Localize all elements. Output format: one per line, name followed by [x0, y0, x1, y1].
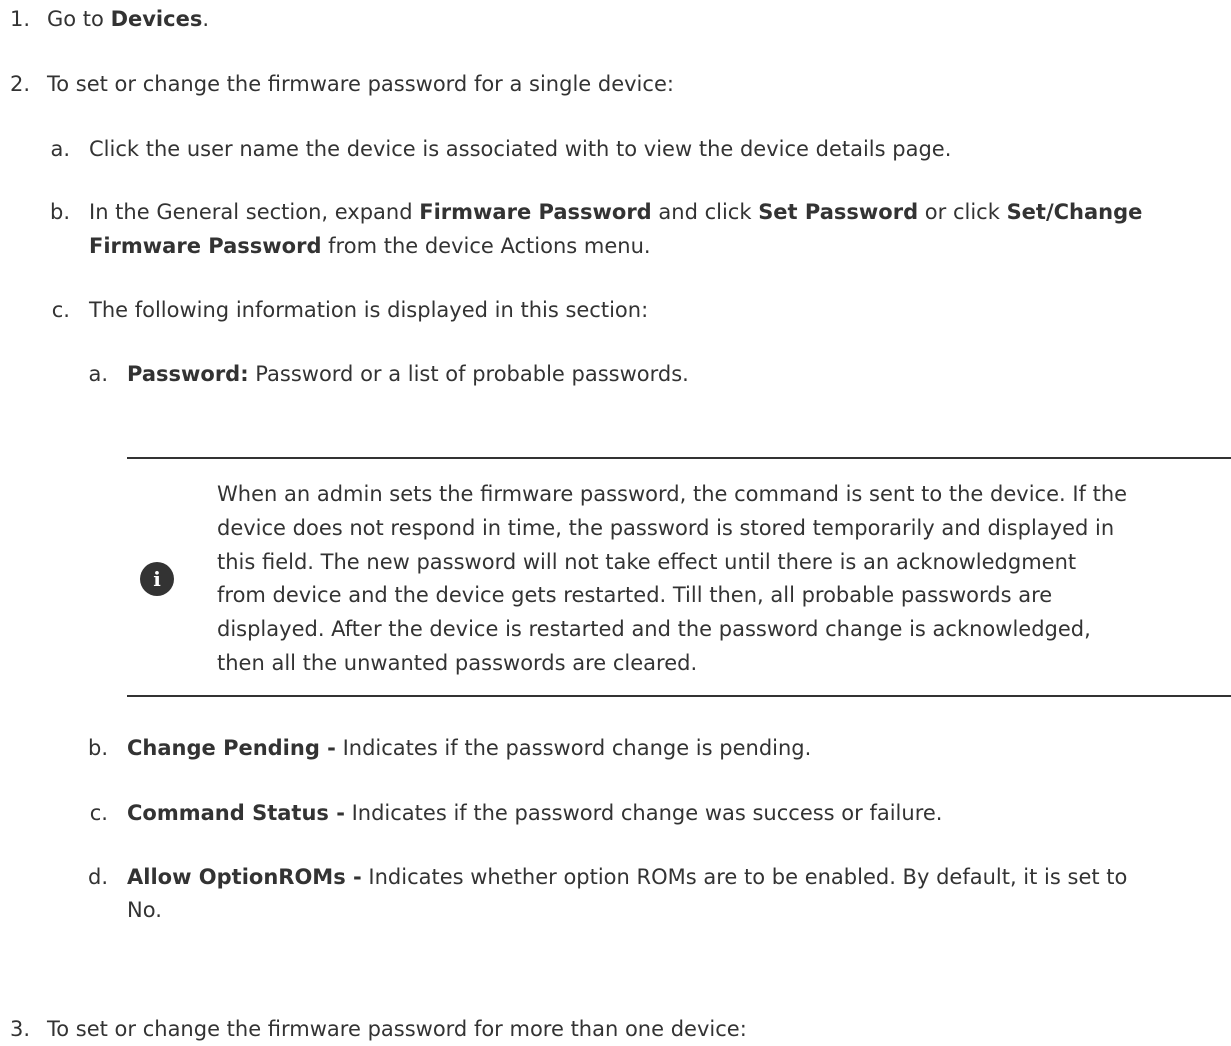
- firmware-password-label: Firmware Password: [419, 200, 652, 224]
- substep-b-line-2: Firmware Password from the device Action…: [89, 230, 651, 263]
- info-b-label: Change Pending -: [127, 736, 336, 760]
- substep-b-pre: In the General section, expand: [89, 200, 420, 224]
- substep-a-marker: a.: [50, 137, 70, 161]
- substep-b-line-1: In the General section, expand Firmware …: [89, 196, 1142, 229]
- set-change-label: Set/Change: [1006, 200, 1143, 224]
- info-d-desc: Indicates whether option ROMs are to be …: [361, 865, 1128, 889]
- info-a-text: Password: Password or a list of probable…: [127, 358, 689, 391]
- info-c-marker: c.: [89, 801, 108, 825]
- set-password-label: Set Password: [758, 200, 919, 224]
- info-a-desc: Password or a list of probable passwords…: [248, 362, 689, 386]
- info-c-desc: Indicates if the password change was suc…: [344, 801, 943, 825]
- substep-a-text: Click the user name the device is associ…: [89, 137, 952, 161]
- note-top-rule: [127, 457, 1231, 459]
- info-c-text: Command Status - Indicates if the passwo…: [127, 797, 942, 830]
- note-line-5: displayed. After the device is restarted…: [217, 617, 1091, 641]
- info-a-label: Password:: [127, 362, 249, 386]
- note-line-3: this field. The new password will not ta…: [217, 550, 1077, 574]
- step-1-pre: Go to: [47, 7, 111, 31]
- info-icon: i: [140, 562, 174, 596]
- step-1-marker: 1.: [9, 7, 30, 31]
- info-b-marker: b.: [87, 736, 108, 760]
- step-1-bold-devices: Devices: [110, 7, 203, 31]
- substep-b-post: from the device Actions menu.: [321, 234, 651, 258]
- substep-b-marker: b.: [49, 200, 70, 224]
- substep-b-mid2: or click: [918, 200, 1007, 224]
- step-2-text: To set or change the firmware password f…: [47, 72, 674, 96]
- info-b-desc: Indicates if the password change is pend…: [335, 736, 812, 760]
- step-1-text: Go to Devices.: [47, 3, 209, 36]
- step-3-text: To set or change the firmware password f…: [47, 1017, 747, 1041]
- info-d-label: Allow OptionROMs -: [127, 865, 362, 889]
- info-d-text: Allow OptionROMs - Indicates whether opt…: [127, 861, 1127, 894]
- note-line-1: When an admin sets the firmware password…: [217, 482, 1128, 506]
- info-b-text: Change Pending - Indicates if the passwo…: [127, 732, 811, 765]
- note-line-6: then all the unwanted passwords are clea…: [217, 651, 698, 675]
- step-1-post: .: [202, 7, 210, 31]
- substep-c-marker: c.: [51, 298, 70, 322]
- substep-c-text: The following information is displayed i…: [89, 298, 649, 322]
- note-line-4: from device and the device gets restarte…: [217, 583, 1053, 607]
- note-line-2: device does not respond in time, the pas…: [217, 516, 1115, 540]
- firmware-password-action-label: Firmware Password: [89, 234, 322, 258]
- info-a-marker: a.: [88, 362, 108, 386]
- info-d-marker: d.: [87, 865, 108, 889]
- step-3-marker: 3.: [9, 1017, 30, 1041]
- info-d-continuation: No.: [127, 898, 162, 922]
- step-2-marker: 2.: [9, 72, 30, 96]
- substep-b-mid: and click: [651, 200, 759, 224]
- note-bottom-rule: [127, 695, 1231, 697]
- info-c-label: Command Status -: [127, 801, 345, 825]
